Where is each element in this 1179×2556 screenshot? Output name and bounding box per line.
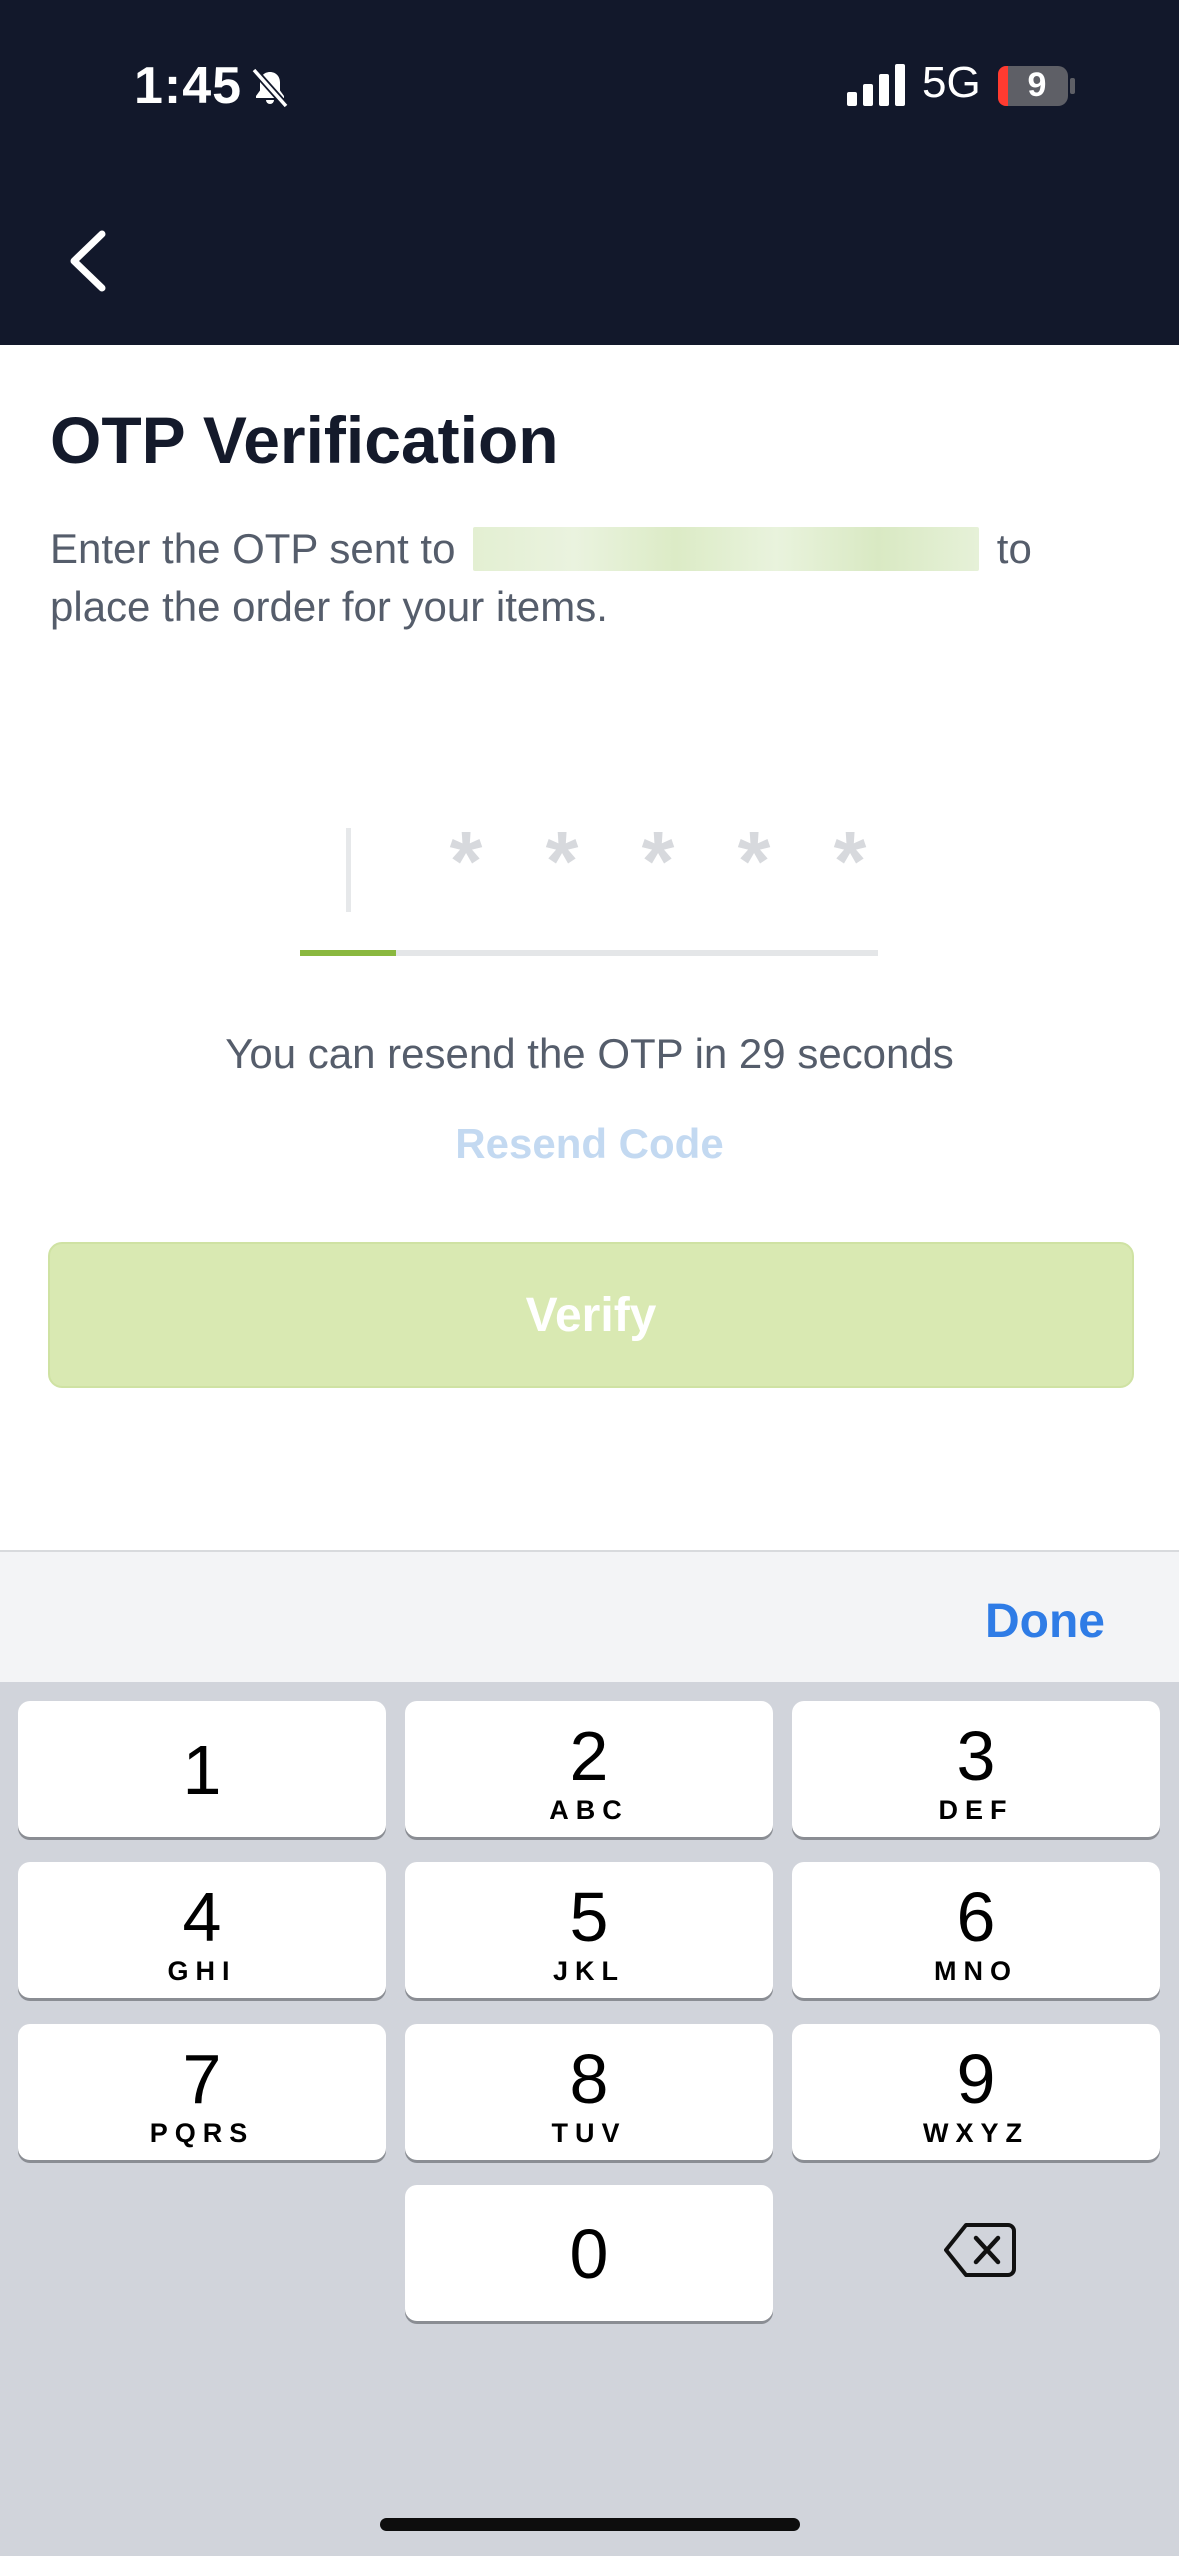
- resend-code-link[interactable]: Resend Code: [0, 1120, 1179, 1168]
- key-9[interactable]: 9 WXYZ: [792, 2024, 1160, 2160]
- key-letters: MNO: [934, 1956, 1018, 1986]
- otp-placeholder-dots: * * * * *: [418, 816, 898, 906]
- home-indicator: [380, 2518, 800, 2531]
- bell-slash-icon: [251, 67, 289, 109]
- verify-button[interactable]: Verify: [48, 1242, 1134, 1388]
- page-title: OTP Verification: [50, 403, 559, 477]
- status-time: 1:45: [134, 57, 243, 115]
- key-3[interactable]: 3 DEF: [792, 1701, 1160, 1837]
- key-4[interactable]: 4 GHI: [18, 1862, 386, 1998]
- key-number: 3: [956, 1717, 996, 1795]
- otp-digit-slot: *: [641, 814, 675, 908]
- key-letters: WXYZ: [923, 2118, 1029, 2148]
- key-letters: GHI: [167, 1956, 237, 1986]
- resend-countdown-text: You can resend the OTP in 29 seconds: [225, 1030, 954, 1077]
- backspace-key[interactable]: [940, 2210, 1020, 2290]
- key-5[interactable]: 5 JKL: [405, 1862, 773, 1998]
- key-number: 1: [182, 1731, 222, 1809]
- cellular-signal-icon: [847, 64, 905, 106]
- keyboard-toolbar: Done: [0, 1550, 1179, 1684]
- otp-digit-slot: *: [545, 814, 579, 908]
- key-number: 5: [569, 1878, 609, 1956]
- key-number: 6: [956, 1878, 996, 1956]
- network-type: 5G: [922, 58, 981, 107]
- page-subtitle: Enter the OTP sent to to place the order…: [50, 520, 1130, 636]
- key-number: 2: [569, 1717, 609, 1795]
- otp-underline-active: [300, 950, 396, 956]
- key-7[interactable]: 7 PQRS: [18, 2024, 386, 2160]
- key-2[interactable]: 2 ABC: [405, 1701, 773, 1837]
- redacted-phone-number: [473, 527, 980, 571]
- key-letters: PQRS: [149, 2118, 255, 2148]
- subtitle-prefix: Enter the OTP sent to: [50, 525, 456, 572]
- key-0[interactable]: 0: [405, 2185, 773, 2321]
- chevron-left-icon: [70, 230, 106, 292]
- key-letters: TUV: [551, 2118, 627, 2148]
- backspace-icon: [944, 2223, 1016, 2277]
- key-number: 9: [956, 2040, 996, 2118]
- key-number: 8: [569, 2040, 609, 2118]
- text-cursor: [346, 828, 351, 912]
- otp-digit-slot: *: [449, 814, 483, 908]
- back-button[interactable]: [52, 220, 124, 302]
- key-letters: ABC: [549, 1795, 629, 1825]
- key-number: 0: [569, 2215, 609, 2293]
- done-button[interactable]: Done: [985, 1594, 1105, 1649]
- battery-level: 9: [1027, 66, 1047, 104]
- key-number: 4: [182, 1878, 222, 1956]
- key-8[interactable]: 8 TUV: [405, 2024, 773, 2160]
- top-header: 1:45 5G 9: [0, 0, 1179, 345]
- otp-digit-slot: *: [737, 814, 771, 908]
- otp-digit-slot: *: [833, 814, 867, 908]
- key-1[interactable]: 1: [18, 1701, 386, 1837]
- key-letters: JKL: [552, 1956, 625, 1986]
- key-number: 7: [182, 2040, 222, 2118]
- otp-input[interactable]: * * * * *: [300, 806, 878, 956]
- key-letters: DEF: [938, 1795, 1014, 1825]
- key-6[interactable]: 6 MNO: [792, 1862, 1160, 1998]
